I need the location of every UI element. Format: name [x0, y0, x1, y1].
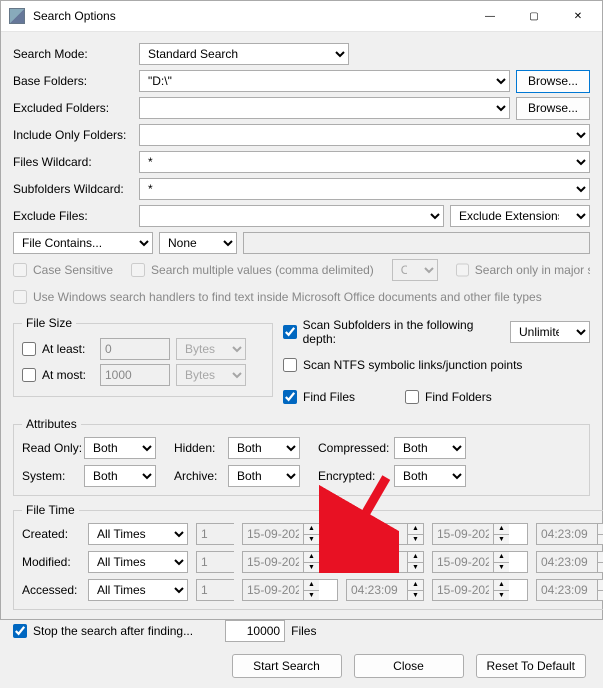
modified-label: Modified:	[22, 555, 88, 569]
modified-date1[interactable]: ▲▼	[242, 551, 338, 573]
accessed-count[interactable]: ▲▼	[196, 579, 234, 601]
accessed-time1[interactable]: ▲▼	[346, 579, 424, 601]
encrypted-select[interactable]: Both	[394, 465, 466, 487]
app-icon	[9, 8, 25, 24]
archive-label: Archive:	[174, 469, 228, 483]
start-search-button[interactable]: Start Search	[232, 654, 342, 678]
readonly-label: Read Only:	[22, 441, 84, 455]
hidden-label: Hidden:	[174, 441, 228, 455]
accessed-time2[interactable]: ▲▼	[536, 579, 603, 601]
minimize-button[interactable]: —	[468, 1, 512, 31]
scan-subfolders-check[interactable]: Scan Subfolders in the following depth:	[283, 318, 504, 346]
readonly-select[interactable]: Both	[84, 437, 156, 459]
at-most-input	[100, 364, 170, 386]
excluded-folders-combo[interactable]	[139, 97, 510, 119]
excluded-folders-label: Excluded Folders:	[13, 101, 133, 115]
major-streams-check[interactable]: Search only in major stream	[456, 263, 590, 277]
include-only-label: Include Only Folders:	[13, 128, 133, 142]
at-most-check[interactable]: At most:	[22, 368, 94, 382]
search-mode-select[interactable]: Standard Search	[139, 43, 349, 65]
subfolders-wildcard-combo[interactable]: *	[139, 178, 590, 200]
compressed-label: Compressed:	[318, 441, 394, 455]
hidden-select[interactable]: Both	[228, 437, 300, 459]
multi-values-check[interactable]: Search multiple values (comma delimited)	[131, 263, 374, 277]
modified-count[interactable]: ▲▼	[196, 551, 234, 573]
accessed-date2[interactable]: ▲▼	[432, 579, 528, 601]
browse-excluded-button[interactable]: Browse...	[516, 97, 590, 120]
created-date2[interactable]: ▲▼	[432, 523, 528, 545]
close-window-button[interactable]: ✕	[556, 1, 600, 31]
contains-text-input	[243, 232, 590, 254]
file-contains-select[interactable]: File Contains...	[13, 232, 153, 254]
at-most-unit: Bytes	[176, 364, 246, 386]
stop-count-input[interactable]	[225, 620, 285, 642]
created-label: Created:	[22, 527, 88, 541]
maximize-button[interactable]: ▢	[512, 1, 556, 31]
modified-time1[interactable]: ▲▼	[346, 551, 424, 573]
file-time-legend: File Time	[22, 503, 79, 517]
or-select: Or	[392, 259, 438, 281]
contains-mode-select[interactable]: None	[159, 232, 237, 254]
find-folders-check[interactable]: Find Folders	[405, 390, 492, 404]
system-select[interactable]: Both	[84, 465, 156, 487]
base-folders-label: Base Folders:	[13, 74, 133, 88]
exclude-files-combo[interactable]	[139, 205, 444, 227]
scan-ntfs-check[interactable]: Scan NTFS symbolic links/junction points	[283, 358, 522, 372]
files-wildcard-combo[interactable]: *	[139, 151, 590, 173]
at-least-check[interactable]: At least:	[22, 342, 94, 356]
close-button[interactable]: Close	[354, 654, 464, 678]
files-unit-label: Files	[291, 624, 316, 638]
files-wildcard-label: Files Wildcard:	[13, 155, 133, 169]
accessed-label: Accessed:	[22, 583, 88, 597]
modified-time2[interactable]: ▲▼	[536, 551, 603, 573]
modified-date2[interactable]: ▲▼	[432, 551, 528, 573]
created-time1[interactable]: ▲▼	[346, 523, 424, 545]
compressed-select[interactable]: Both	[394, 437, 466, 459]
created-date1[interactable]: ▲▼	[242, 523, 338, 545]
reset-default-button[interactable]: Reset To Default	[476, 654, 587, 678]
file-size-legend: File Size	[22, 316, 76, 330]
depth-select[interactable]: Unlimited	[510, 321, 590, 343]
system-label: System:	[22, 469, 84, 483]
created-time2[interactable]: ▲▼	[536, 523, 603, 545]
archive-select[interactable]: Both	[228, 465, 300, 487]
case-sensitive-check[interactable]: Case Sensitive	[13, 263, 113, 277]
accessed-mode[interactable]: All Times	[88, 579, 188, 601]
stop-after-check[interactable]: Stop the search after finding...	[13, 624, 193, 638]
encrypted-label: Encrypted:	[318, 469, 394, 483]
find-files-check[interactable]: Find Files	[283, 390, 355, 404]
subfolders-wildcard-label: Subfolders Wildcard:	[13, 182, 133, 196]
window-title: Search Options	[33, 9, 468, 23]
browse-base-button[interactable]: Browse...	[516, 70, 590, 93]
at-least-unit: Bytes	[176, 338, 246, 360]
created-mode[interactable]: All Times	[88, 523, 188, 545]
at-least-input	[100, 338, 170, 360]
search-mode-label: Search Mode:	[13, 47, 133, 61]
include-only-combo[interactable]	[139, 124, 590, 146]
attributes-legend: Attributes	[22, 417, 81, 431]
base-folders-combo[interactable]: "D:\"	[139, 70, 510, 92]
win-handlers-check[interactable]: Use Windows search handlers to find text…	[13, 290, 542, 304]
accessed-date1[interactable]: ▲▼	[242, 579, 338, 601]
exclude-ext-list-select[interactable]: Exclude Extensions List	[450, 205, 590, 227]
created-count[interactable]: ▲▼	[196, 523, 234, 545]
modified-mode[interactable]: All Times	[88, 551, 188, 573]
exclude-files-label: Exclude Files:	[13, 209, 133, 223]
